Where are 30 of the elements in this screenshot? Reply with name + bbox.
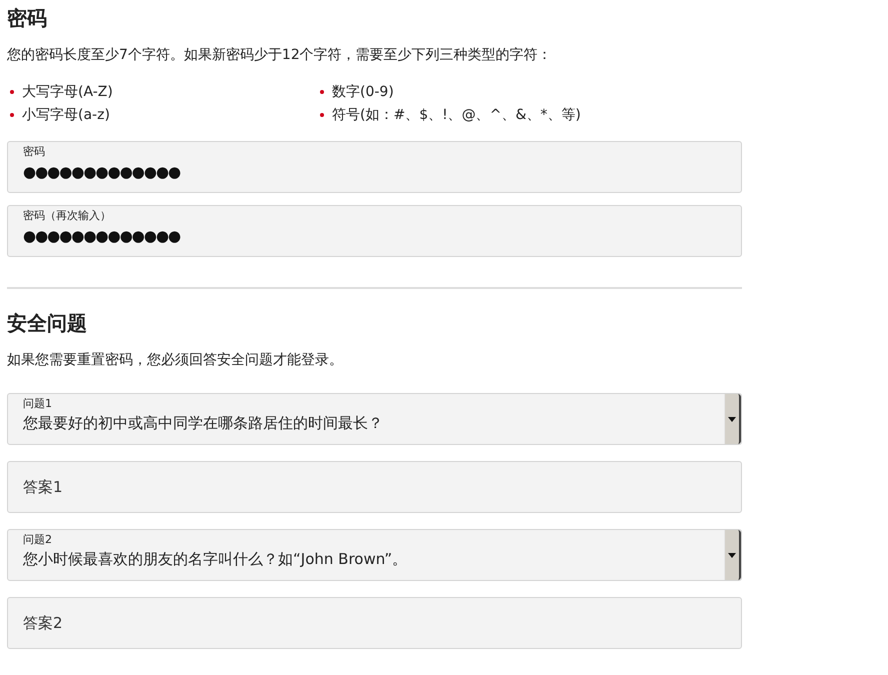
bullet-icon [320, 112, 324, 116]
caret-icon [728, 552, 736, 558]
answer-field[interactable]: 答案2 [7, 597, 742, 649]
password-input[interactable]: ●●●●●●●●●●●●● [23, 163, 423, 181]
bullet-icon [10, 90, 14, 94]
bullet-icon [10, 112, 14, 116]
section-heading: 安全问题 [7, 310, 88, 337]
field-label: 密码 [23, 145, 46, 159]
dropdown-button[interactable] [724, 394, 741, 444]
question-dropdown[interactable]: 问题2 您小时候最喜欢的朋友的名字叫什么？如“John Brown”。 [7, 529, 742, 581]
security-intro-text: 如果您需要重置密码，您必须回答安全问题才能登录。 [7, 351, 344, 369]
rule-text: 数字(0-9) [332, 82, 394, 100]
caret-icon [728, 416, 736, 422]
field-label: 问题2 [23, 533, 53, 547]
selected-question: 您最要好的初中或高中同学在哪条路居住的时间最长？ [23, 414, 384, 433]
question-dropdown[interactable]: 问题1 您最要好的初中或高中同学在哪条路居住的时间最长？ [7, 393, 742, 445]
field-label: 问题1 [23, 397, 53, 411]
selected-question: 您小时候最喜欢的朋友的名字叫什么？如“John Brown”。 [23, 550, 408, 569]
rule-text: 符号(如：#、$、!、@、^、&、*、等) [332, 106, 581, 124]
bullet-icon [320, 90, 324, 94]
rule-text: 小写字母(a-z) [22, 106, 110, 124]
password-rules-text: 您的密码长度至少7个字符。如果新密码少于12个字符，需要至少下列三种类型的字符： [7, 46, 553, 64]
answer-field[interactable]: 答案1 [7, 461, 742, 513]
password-input[interactable]: ●●●●●●●●●●●●● [23, 227, 423, 245]
field-label: 密码（再次输入） [23, 209, 112, 223]
section-heading: 密码 [7, 5, 48, 32]
rule-text: 大写字母(A-Z) [22, 82, 113, 100]
password-field[interactable]: 密码（再次输入） ●●●●●●●●●●●●● [7, 205, 742, 257]
password-field[interactable]: 密码 ●●●●●●●●●●●●● [7, 141, 742, 193]
dropdown-button[interactable] [724, 530, 741, 580]
